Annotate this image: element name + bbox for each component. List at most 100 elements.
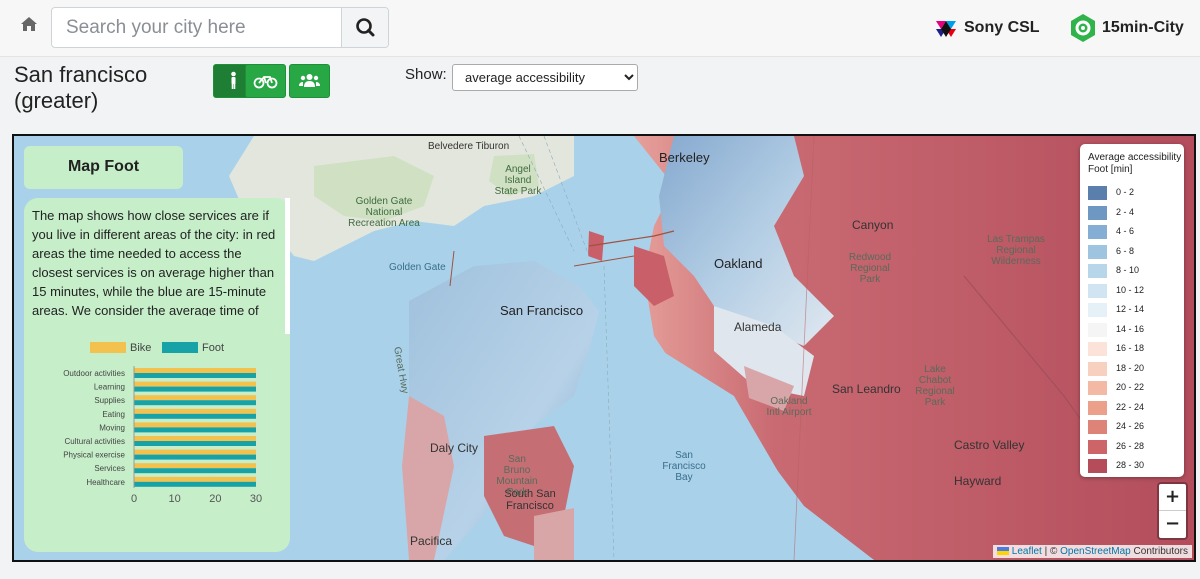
- sony-csl-text: Sony CSL: [964, 19, 1040, 36]
- map-label-daly-city: Daly City: [430, 441, 479, 455]
- map-label-canyon: Canyon: [852, 218, 894, 232]
- map-label-sf-bay: San Francisco Bay: [662, 450, 706, 483]
- panel-scrollbar[interactable]: [285, 198, 290, 334]
- legend-label: 12 - 14: [1116, 304, 1145, 314]
- chart-bar: [134, 449, 256, 455]
- legend-swatch: [1088, 303, 1107, 317]
- show-label: Show:: [405, 66, 447, 83]
- search-button[interactable]: [341, 8, 388, 47]
- map-label-san-leandro: San Leandro: [832, 382, 901, 396]
- chart-category-label: Cultural activities: [65, 437, 125, 446]
- map-label-golden-gate: Golden Gate: [389, 262, 446, 273]
- chart-bar: [134, 436, 256, 441]
- chart-category-label: Supplies: [94, 396, 125, 405]
- chart-category-label: Eating: [102, 410, 125, 419]
- chart-bar: [134, 454, 256, 460]
- chart-legend-label: Foot: [202, 342, 224, 354]
- legend-swatch: [1088, 439, 1107, 454]
- zoom-in-button[interactable]: +: [1159, 484, 1186, 511]
- legend-label: 26 - 28: [1116, 440, 1145, 451]
- legend-item: 18 - 20: [1088, 361, 1178, 376]
- map-label-tiburon: Belvedere Tiburon: [428, 141, 510, 152]
- map-label-berkeley: Berkeley: [659, 150, 710, 165]
- search-bar: [51, 7, 389, 48]
- home-icon[interactable]: [19, 14, 39, 34]
- zoom-out-button[interactable]: −: [1159, 511, 1186, 537]
- chart-bar: [134, 386, 256, 392]
- bike-mode-button[interactable]: [245, 64, 286, 98]
- legend-title-line2: Foot [min]: [1088, 164, 1133, 175]
- chart-legend-swatch: [90, 342, 126, 353]
- legend-swatch: [1088, 264, 1107, 278]
- legend-label: 22 - 24: [1116, 401, 1145, 412]
- map-label-ggnra: Golden Gate National Recreation Area: [348, 196, 420, 229]
- legend-label: 10 - 12: [1116, 284, 1145, 295]
- legend-item: 16 - 18: [1088, 342, 1178, 356]
- chart-category-label: Learning: [94, 383, 125, 392]
- osm-link[interactable]: OpenStreetMap: [1060, 546, 1131, 557]
- map-legend: Average accessibility Foot [min] 0 - 2 2 …: [1080, 144, 1184, 477]
- chart-x-tick: 20: [209, 493, 221, 505]
- chart-x-tick: 30: [250, 493, 262, 505]
- map-label-oakland: Oakland: [714, 256, 763, 271]
- legend-swatch: [1088, 244, 1107, 259]
- search-input[interactable]: [52, 8, 342, 47]
- legend-swatch: [1088, 459, 1107, 473]
- chart-bar: [134, 413, 256, 419]
- legend-swatch: [1088, 400, 1107, 415]
- leaflet-link[interactable]: Leaflet: [1012, 546, 1042, 557]
- legend-label: 24 - 26: [1116, 421, 1145, 431]
- chart-bar: [134, 381, 256, 387]
- map-label-san-francisco: San Francisco: [500, 303, 584, 318]
- chart-bar: [134, 441, 256, 446]
- users-icon: [299, 74, 320, 87]
- city-qualifier: (greater): [14, 88, 99, 113]
- chart-bar: [134, 468, 256, 474]
- chart-bar: [134, 476, 256, 482]
- chart-bar: [134, 427, 256, 433]
- map-label-alameda: Alameda: [734, 320, 782, 334]
- legend-label: 4 - 6: [1116, 226, 1135, 236]
- legend-swatch: [1088, 361, 1107, 376]
- chart-bar: [134, 408, 256, 414]
- city-name: San francisco: [14, 62, 148, 87]
- chart-bar: [134, 373, 256, 378]
- legend-title: Average accessibility Foot [min]: [1088, 152, 1181, 176]
- legend-label: 16 - 18: [1116, 343, 1145, 353]
- panel-title-box: Map Foot: [24, 146, 183, 189]
- map-label-san-bruno: San Bruno Mountain Park: [496, 454, 538, 498]
- legend-item: 10 - 12: [1088, 283, 1178, 298]
- show-select[interactable]: average accessibility: [452, 64, 638, 91]
- legend-label: 0 - 2: [1116, 187, 1135, 197]
- info-panel: The map shows how close services are if …: [24, 198, 290, 552]
- legend-item: 20 - 22: [1088, 381, 1178, 395]
- map-container[interactable]: Belvedere Tiburon Berkeley Oakland Alame…: [12, 134, 1196, 562]
- legend-swatch: [1088, 186, 1107, 200]
- chart-category-label: Healthcare: [86, 478, 125, 487]
- legend-title-line1: Average accessibility: [1088, 152, 1182, 163]
- chart-bar: [134, 395, 256, 401]
- panel-title: Map Foot: [67, 158, 140, 175]
- legend-label: 18 - 20: [1116, 362, 1145, 373]
- chart-category-label: Services: [94, 464, 125, 473]
- legend-label: 20 - 22: [1116, 382, 1145, 392]
- legend-item: 22 - 24: [1088, 400, 1178, 415]
- legend-label: 2 - 4: [1116, 206, 1135, 217]
- attribution-separator: | ©: [1044, 546, 1058, 557]
- chart-x-tick: 0: [131, 493, 137, 505]
- ukraine-flag-icon: [997, 547, 1010, 556]
- legend-item: 2 - 4: [1088, 205, 1178, 220]
- map-label-pacifica: Pacifica: [410, 534, 453, 548]
- population-mode-button[interactable]: [289, 64, 330, 98]
- bicycle-icon: [253, 76, 278, 89]
- legend-label: 14 - 16: [1116, 323, 1145, 334]
- legend-label: 28 - 30: [1116, 460, 1145, 470]
- chart-bar: [134, 481, 256, 487]
- legend-swatch: [1088, 225, 1107, 239]
- zoom-control: + −: [1157, 482, 1188, 540]
- chart-x-tick: 10: [169, 493, 181, 505]
- map-label-redwood: Redwood Regional Park: [848, 252, 892, 285]
- chart-bar: [134, 368, 256, 373]
- legend-swatch: [1088, 205, 1107, 220]
- legend-label: 8 - 10: [1116, 265, 1140, 275]
